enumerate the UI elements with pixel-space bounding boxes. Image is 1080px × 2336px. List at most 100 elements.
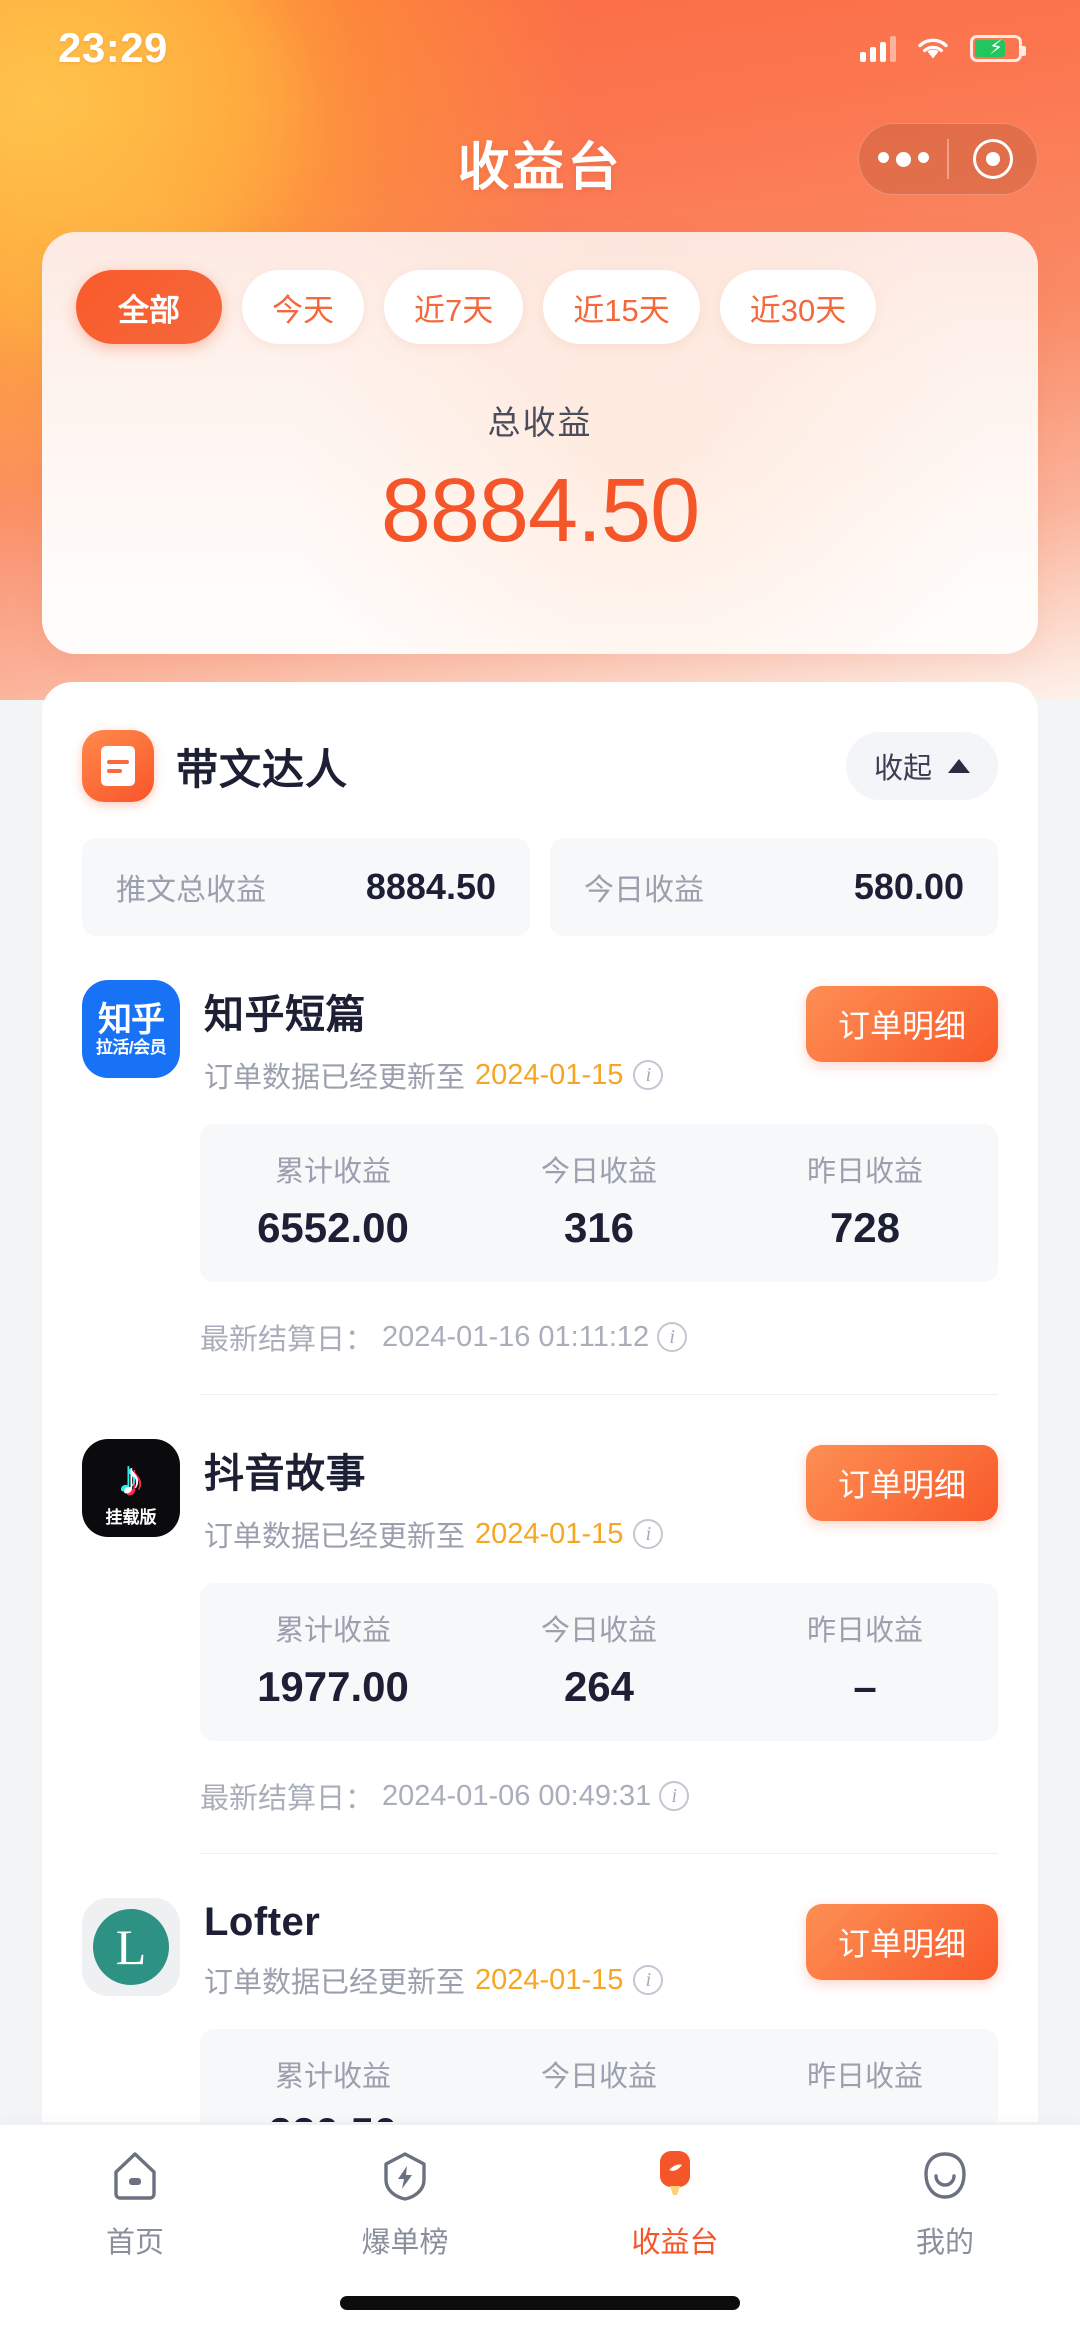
tab-home[interactable]: 首页 (0, 2147, 270, 2261)
brand-header: 带文达人 收起 (42, 682, 1038, 802)
update-date: 2024-01-15 (475, 1517, 624, 1550)
platform-update-line: 订单数据已经更新至 2024-01-15 i (204, 1513, 782, 1555)
status-bar: 23:29 ⚡ (0, 0, 1080, 96)
more-dots-icon[interactable] (859, 151, 947, 167)
stat-today-value: 264 (563, 1663, 635, 1710)
stat-cumulative: 累计收益 6552.00 (200, 1148, 466, 1252)
platform-name: 知乎短篇 (204, 993, 366, 1037)
earnings-list-card: 带文达人 收起 推文总收益 8884.50 今日收益 580.00 知乎 拉活/… (42, 682, 1038, 2122)
stat-today-label: 今日收益 (540, 1156, 657, 1188)
stat-cumulative-label: 累计收益 (274, 1615, 391, 1647)
update-prefix: 订单数据已经更新至 (204, 1062, 466, 1094)
total-earnings-amount: 8884.50 (380, 461, 700, 561)
platform-info: 知乎短篇 订单数据已经更新至 2024-01-15 i (204, 980, 782, 1096)
zhihu-icon: 知乎 拉活/会员 (82, 980, 180, 1078)
stat-today-label: 今日收益 (540, 1615, 657, 1647)
summary-card: 全部 今天 近7天 近15天 近30天 总收益 8884.50 (42, 232, 1038, 654)
battery-charging-icon: ⚡ (970, 34, 1026, 62)
caret-up-icon (948, 759, 970, 773)
order-detail-button[interactable]: 订单明细 (806, 1904, 998, 1980)
stat-cumulative: 累计收益 1977.00 (200, 1607, 466, 1711)
tab-hot-list-label: 爆单榜 (361, 2227, 449, 2259)
settlement-line: 最新结算日： 2024-01-16 01:11:12 i (200, 1316, 998, 1358)
info-circle-icon[interactable]: i (633, 1060, 664, 1090)
platform-stats: 累计收益 320.50 今日收益 – 昨日收益 – (200, 2029, 998, 2122)
platform-update-line: 订单数据已经更新至 2024-01-15 i (204, 1959, 782, 2001)
tab-earnings[interactable]: 收益台 (540, 2147, 810, 2261)
filter-tab-all[interactable]: 全部 (76, 270, 222, 344)
stat-today-value: 316 (563, 1204, 635, 1251)
settlement-value: 2024-01-16 01:11:12 (382, 1320, 650, 1353)
brand-stat-total-label: 推文总收益 (116, 874, 266, 907)
stat-cumulative-value: 1977.00 (257, 1663, 409, 1710)
target-circle-icon[interactable] (949, 139, 1037, 179)
document-app-icon (82, 730, 154, 802)
platform-item-douyin: ♪ 挂载版 抖音故事 订单数据已经更新至 2024-01-15 i 订单明细 累… (42, 1395, 1038, 1854)
total-earnings-label: 总收益 (487, 404, 593, 441)
brand-stat-today-label: 今日收益 (584, 874, 704, 907)
filter-tab-today[interactable]: 今天 (242, 270, 364, 344)
brand-stat-today-value: 580.00 (853, 866, 964, 907)
filter-tab-7days[interactable]: 近7天 (384, 270, 524, 344)
info-circle-icon[interactable]: i (633, 1965, 664, 1995)
douyin-icon: ♪ 挂载版 (82, 1439, 180, 1537)
stat-yesterday: 昨日收益 – (732, 2053, 998, 2122)
zhihu-icon-main: 知乎 (98, 1000, 165, 1039)
platform-update-line: 订单数据已经更新至 2024-01-15 i (204, 1054, 782, 1096)
lofter-icon: L (82, 1898, 180, 1996)
stat-today-label: 今日收益 (540, 2061, 657, 2093)
platform-header: 知乎 拉活/会员 知乎短篇 订单数据已经更新至 2024-01-15 i 订单明… (82, 936, 998, 1096)
stat-cumulative-value: 320.50 (200, 2109, 466, 2122)
stat-cumulative: 累计收益 320.50 (200, 2053, 466, 2122)
info-circle-icon[interactable]: i (659, 1781, 690, 1811)
brand-stat-total-value: 8884.50 (365, 866, 496, 907)
status-time: 23:29 (58, 24, 168, 71)
tab-hot-list[interactable]: 爆单榜 (270, 2147, 540, 2261)
update-date: 2024-01-15 (475, 1058, 624, 1091)
tab-home-label: 首页 (105, 2227, 164, 2259)
tab-earnings-label: 收益台 (631, 2227, 719, 2259)
update-prefix: 订单数据已经更新至 (204, 1967, 466, 1999)
home-icon (106, 2147, 164, 2205)
stat-cumulative-value: 6552.00 (257, 1204, 409, 1251)
stat-yesterday-value: – (732, 2109, 998, 2122)
update-prefix: 订单数据已经更新至 (204, 1521, 466, 1553)
status-icons: ⚡ (860, 34, 1026, 62)
platform-stats: 累计收益 1977.00 今日收益 264 昨日收益 – (200, 1583, 998, 1741)
order-detail-button[interactable]: 订单明细 (806, 1445, 998, 1521)
miniprogram-capsule[interactable] (858, 123, 1038, 195)
wifi-icon (916, 35, 950, 61)
filter-tab-15days[interactable]: 近15天 (543, 270, 700, 344)
bolt-shield-icon (376, 2147, 434, 2205)
stat-today-value: – (466, 2109, 732, 2122)
brand-stat-total: 推文总收益 8884.50 (82, 838, 530, 936)
stat-today: 今日收益 316 (466, 1148, 732, 1252)
brand-name: 带文达人 (176, 745, 349, 793)
platform-name: 抖音故事 (204, 1452, 366, 1496)
stat-yesterday-label: 昨日收益 (806, 1156, 923, 1188)
signal-bars-icon (860, 34, 896, 62)
brand-stats-row: 推文总收益 8884.50 今日收益 580.00 (82, 838, 998, 936)
tab-profile-label: 我的 (915, 2227, 974, 2259)
filter-tab-30days[interactable]: 近30天 (719, 270, 877, 344)
settlement-value: 2024-01-06 00:49:31 (382, 1779, 652, 1812)
order-detail-button[interactable]: 订单明细 (806, 986, 998, 1062)
collapse-button[interactable]: 收起 (845, 732, 998, 800)
douyin-icon-sub: 挂载版 (105, 1507, 157, 1527)
stat-yesterday-label: 昨日收益 (806, 2061, 923, 2093)
douyin-icon-main: ♪ (119, 1451, 143, 1504)
info-circle-icon[interactable]: i (633, 1519, 664, 1549)
settlement-label: 最新结算日： (200, 1324, 375, 1356)
date-filter-tabs: 全部 今天 近7天 近15天 近30天 (42, 232, 1038, 344)
brand-stat-today: 今日收益 580.00 (550, 838, 998, 936)
app-screen: 23:29 ⚡ 收益台 全部 今天 近7天 近15天 近30天 总收益 8884… (0, 0, 1080, 2336)
navigation-bar: 收益台 (0, 105, 1080, 215)
stat-cumulative-label: 累计收益 (274, 2061, 391, 2093)
brand-identity: 带文达人 (82, 730, 348, 802)
stat-cumulative-label: 累计收益 (274, 1156, 391, 1188)
stat-today: 今日收益 264 (466, 1607, 732, 1711)
platform-info: 抖音故事 订单数据已经更新至 2024-01-15 i (204, 1439, 782, 1555)
tab-profile[interactable]: 我的 (810, 2147, 1080, 2261)
info-circle-icon[interactable]: i (657, 1322, 688, 1352)
platform-header: ♪ 挂载版 抖音故事 订单数据已经更新至 2024-01-15 i 订单明细 (82, 1395, 998, 1555)
